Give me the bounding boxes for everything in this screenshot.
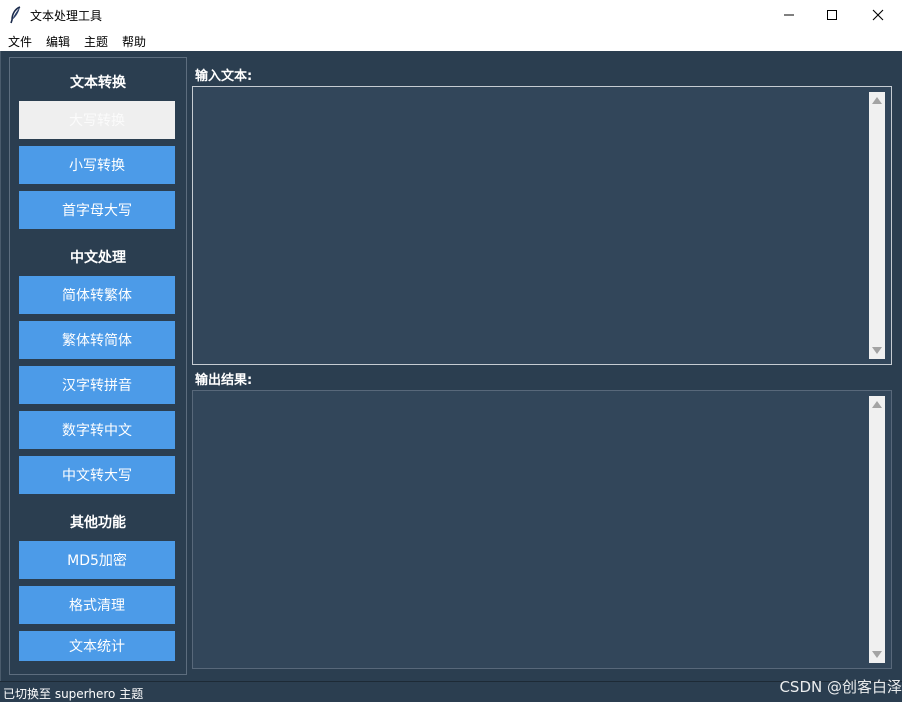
title-bar: 文本处理工具 — [0, 0, 902, 30]
status-bar: 已切换至 superhero 主题 — [0, 681, 902, 702]
scroll-down-icon[interactable] — [872, 651, 882, 658]
output-label: 输出结果: — [195, 373, 253, 388]
input-textarea[interactable] — [192, 86, 892, 365]
scroll-up-icon[interactable] — [872, 97, 882, 104]
lowercase-button[interactable]: 小写转换 — [19, 146, 175, 184]
input-scrollbar[interactable] — [869, 92, 885, 359]
maximize-icon — [827, 10, 837, 20]
close-button[interactable] — [855, 0, 901, 30]
uppercase-button[interactable]: 大写转换 — [19, 101, 175, 139]
number-to-chinese-button[interactable]: 数字转中文 — [19, 411, 175, 449]
text-stats-button[interactable]: 文本统计 — [19, 631, 175, 661]
section-title-chinese: 中文处理 — [70, 250, 126, 266]
menu-edit[interactable]: 编辑 — [46, 33, 70, 50]
traditional-to-simplified-button[interactable]: 繁体转简体 — [19, 321, 175, 359]
md5-button[interactable]: MD5加密 — [19, 541, 175, 579]
chinese-to-uppercase-button[interactable]: 中文转大写 — [19, 456, 175, 494]
menu-file[interactable]: 文件 — [8, 33, 32, 50]
section-title-other: 其他功能 — [70, 515, 126, 531]
scroll-down-icon[interactable] — [872, 347, 882, 354]
scroll-up-icon[interactable] — [872, 401, 882, 408]
menu-theme[interactable]: 主题 — [84, 33, 108, 50]
status-text: 已切换至 superhero 主题 — [3, 687, 144, 701]
window-title: 文本处理工具 — [30, 9, 103, 23]
minimize-button[interactable] — [766, 0, 812, 30]
sidebar: 文本转换 大写转换 小写转换 首字母大写 中文处理 简体转繁体 繁体转简体 汉字… — [9, 57, 187, 675]
close-icon — [872, 9, 884, 21]
watermark: CSDN @创客白泽 — [779, 678, 902, 696]
feather-icon — [10, 6, 21, 24]
output-textarea[interactable] — [192, 390, 892, 669]
capitalize-button[interactable]: 首字母大写 — [19, 191, 175, 229]
maximize-button[interactable] — [809, 0, 855, 30]
menu-bar: 文件 编辑 主题 帮助 — [0, 30, 902, 51]
simplified-to-traditional-button[interactable]: 简体转繁体 — [19, 276, 175, 314]
app-area: 文本转换 大写转换 小写转换 首字母大写 中文处理 简体转繁体 繁体转简体 汉字… — [0, 51, 902, 681]
hanzi-to-pinyin-button[interactable]: 汉字转拼音 — [19, 366, 175, 404]
section-title-text-conversion: 文本转换 — [70, 75, 126, 91]
minimize-icon — [784, 14, 794, 16]
input-label: 输入文本: — [195, 69, 253, 84]
format-clean-button[interactable]: 格式清理 — [19, 586, 175, 624]
menu-help[interactable]: 帮助 — [122, 33, 146, 50]
output-scrollbar[interactable] — [869, 396, 885, 663]
